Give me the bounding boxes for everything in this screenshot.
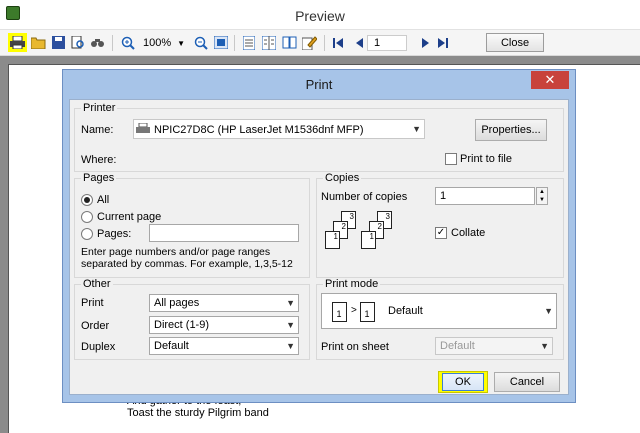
printer-where-label: Where: — [81, 154, 117, 166]
pages-group: Pages All Current page Pages: Enter page… — [74, 172, 310, 278]
chevron-down-icon: ▼ — [286, 341, 295, 351]
printer-name-value: NPIC27D8C (HP LaserJet M1536dnf MFP) — [154, 124, 364, 136]
collate-page: 1 — [325, 231, 340, 249]
print-mode-value: Default — [388, 305, 423, 317]
print-on-sheet-label: Print on sheet — [321, 341, 389, 353]
chevron-down-icon: ▼ — [544, 306, 553, 316]
print-dialog: Print ✕ Printer Name: NPIC27D8C (HP Lase… — [62, 69, 576, 403]
first-page-icon[interactable] — [331, 35, 346, 50]
duplex-label: Duplex — [81, 341, 116, 353]
properties-button[interactable]: Properties... — [475, 119, 547, 141]
document-line: Toast the sturdy Pilgrim band — [127, 407, 269, 419]
print-mode-group-label: Print mode — [323, 278, 381, 290]
duplex-combo[interactable]: Default ▼ — [149, 337, 299, 355]
page-range-input[interactable] — [149, 224, 299, 242]
collate-page: 1 — [361, 231, 376, 249]
single-page-icon[interactable] — [241, 35, 256, 50]
chevron-down-icon: ▼ — [177, 38, 186, 48]
find-icon[interactable] — [90, 35, 105, 50]
page-number-value: 1 — [374, 37, 381, 49]
printer-name-combo[interactable]: NPIC27D8C (HP LaserJet M1536dnf MFP) ▼ — [133, 119, 425, 139]
chevron-down-icon: ▼ — [286, 320, 295, 330]
print-mode-combo[interactable]: 1 > 1 Default ▼ — [321, 293, 557, 329]
current-page-label: Current page — [97, 211, 162, 223]
chevron-down-icon: ▼ — [540, 341, 549, 351]
window-title: Preview — [295, 8, 345, 24]
number-of-copies-label: Number of copies — [321, 191, 408, 203]
page-range-radio[interactable] — [81, 228, 93, 240]
print-preview-icon[interactable] — [71, 35, 86, 50]
cancel-button[interactable]: Cancel — [494, 372, 560, 392]
dialog-title: Print — [305, 77, 333, 92]
printer-group: Printer Name: NPIC27D8C (HP LaserJet M15… — [74, 102, 564, 172]
collate-illustration: 3 2 1 3 2 1 — [321, 211, 416, 267]
cancel-label: Cancel — [509, 376, 545, 388]
page-number-input[interactable]: 1 — [367, 35, 407, 51]
copies-spinner[interactable]: ▲ ▼ — [536, 187, 548, 205]
all-pages-radio[interactable] — [81, 194, 93, 206]
print-range-value: All pages — [154, 297, 200, 309]
zoom-out-icon[interactable] — [193, 35, 208, 50]
next-page-icon[interactable] — [417, 35, 432, 50]
print-on-sheet-value: Default — [440, 340, 475, 352]
zoom-value: 100% — [143, 37, 172, 49]
all-pages-label: All — [97, 194, 110, 206]
fit-page-icon[interactable] — [213, 35, 228, 50]
ok-label: OK — [455, 376, 471, 388]
dialog-body: Printer Name: NPIC27D8C (HP LaserJet M15… — [69, 99, 569, 395]
two-pages-icon[interactable] — [261, 35, 276, 50]
ok-button[interactable]: OK — [442, 373, 484, 391]
printer-name-label: Name: — [81, 124, 114, 136]
dialog-close-button[interactable]: ✕ — [531, 71, 569, 89]
duplex-value: Default — [154, 340, 189, 352]
edit-icon[interactable] — [302, 35, 317, 50]
order-label: Order — [81, 320, 110, 332]
print-icon[interactable] — [8, 33, 27, 52]
window-titlebar: Preview — [0, 0, 640, 30]
prev-page-icon[interactable] — [352, 35, 367, 50]
spin-down-icon[interactable]: ▼ — [537, 196, 547, 204]
close-preview-label: Close — [500, 36, 530, 49]
chevron-down-icon: ▼ — [286, 298, 295, 308]
other-group-label: Other — [81, 278, 113, 290]
print-range-label: Print — [81, 297, 104, 309]
print-to-file-checkbox[interactable] — [445, 153, 457, 165]
page-range-hint: Enter page numbers and/or page ranges se… — [81, 246, 293, 270]
order-combo[interactable]: Direct (1-9) ▼ — [149, 316, 299, 334]
last-page-icon[interactable] — [435, 35, 450, 50]
properties-label: Properties... — [481, 124, 541, 136]
book-icon[interactable] — [282, 35, 297, 50]
current-page-radio[interactable] — [81, 211, 93, 223]
print-mode-page: 1 — [332, 302, 347, 322]
preview-toolbar: 100% ▼ 1 Close — [0, 30, 640, 56]
copies-group: Copies Number of copies 1 ▲ ▼ 3 2 1 3 2 … — [316, 172, 564, 278]
copies-group-label: Copies — [323, 172, 362, 184]
print-mode-page: 1 — [360, 302, 375, 322]
print-to-file-label: Print to file — [460, 153, 512, 165]
number-of-copies-input[interactable]: 1 — [435, 187, 535, 205]
spin-up-icon[interactable]: ▲ — [537, 188, 547, 196]
print-on-sheet-combo[interactable]: Default ▼ — [435, 337, 553, 355]
collate-label: Collate — [451, 227, 486, 239]
pages-group-label: Pages — [81, 172, 117, 184]
save-icon[interactable] — [51, 35, 66, 50]
print-mode-group: Print mode 1 > 1 Default ▼ Print on shee… — [316, 278, 564, 360]
chevron-down-icon: ▼ — [412, 124, 421, 134]
close-icon: ✕ — [544, 72, 556, 87]
zoom-combo[interactable]: 100% ▼ — [143, 34, 185, 52]
printer-icon — [136, 122, 150, 138]
other-group: Other Print All pages ▼ Order Direct (1-… — [74, 278, 310, 360]
collate-checkbox[interactable]: ✓ — [435, 227, 447, 239]
zoom-in-icon[interactable] — [120, 35, 135, 50]
printer-group-label: Printer — [81, 102, 118, 114]
print-range-combo[interactable]: All pages ▼ — [149, 294, 299, 312]
page-range-label: Pages: — [97, 228, 132, 240]
close-preview-button[interactable]: Close — [486, 33, 544, 52]
print-mode-arrow: > — [351, 305, 357, 316]
order-value: Direct (1-9) — [154, 319, 210, 331]
open-icon[interactable] — [31, 35, 46, 50]
